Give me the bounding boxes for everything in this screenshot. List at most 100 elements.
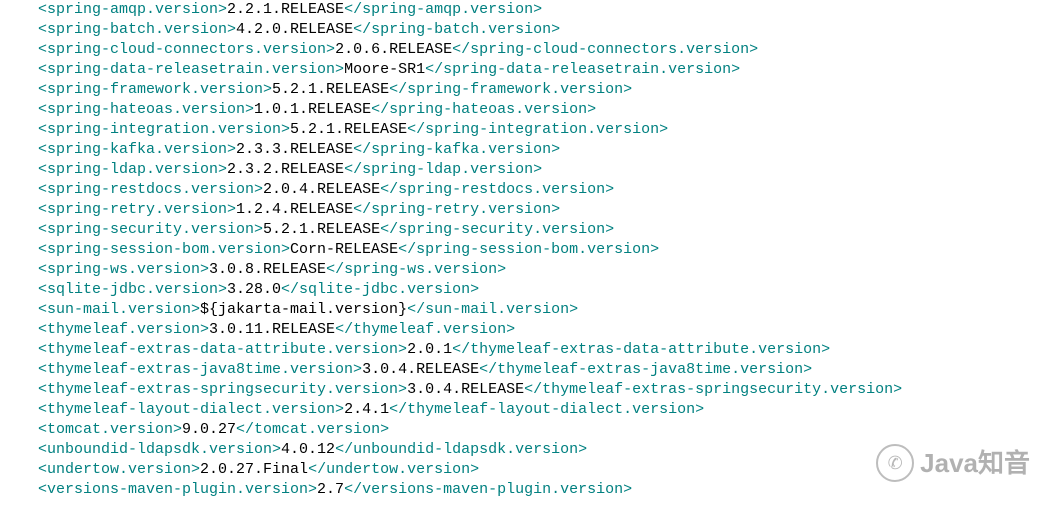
xml-value: 1.2.4.RELEASE [236,201,353,218]
xml-open-tag: <spring-cloud-connectors.version> [38,41,335,58]
xml-close-tag: </thymeleaf-extras-springsecurity.versio… [524,381,902,398]
xml-line: <thymeleaf-extras-java8time.version>3.0.… [38,360,1042,380]
xml-line: <spring-data-releasetrain.version>Moore-… [38,60,1042,80]
xml-open-tag: <spring-amqp.version> [38,1,227,18]
xml-open-tag: <tomcat.version> [38,421,182,438]
xml-line: <spring-framework.version>5.2.1.RELEASE<… [38,80,1042,100]
xml-value: 4.2.0.RELEASE [236,21,353,38]
xml-open-tag: <spring-integration.version> [38,121,290,138]
xml-close-tag: </spring-cloud-connectors.version> [452,41,758,58]
xml-value: 5.2.1.RELEASE [263,221,380,238]
xml-close-tag: </spring-restdocs.version> [380,181,614,198]
xml-line: <spring-security.version>5.2.1.RELEASE</… [38,220,1042,240]
xml-value: 9.0.27 [182,421,236,438]
xml-value: 3.0.8.RELEASE [209,261,326,278]
xml-close-tag: </thymeleaf-layout-dialect.version> [389,401,704,418]
xml-open-tag: <unboundid-ldapsdk.version> [38,441,281,458]
xml-line: <versions-maven-plugin.version>2.7</vers… [38,480,1042,500]
xml-open-tag: <spring-kafka.version> [38,141,236,158]
xml-line: <spring-retry.version>1.2.4.RELEASE</spr… [38,200,1042,220]
xml-value: 1.0.1.RELEASE [254,101,371,118]
xml-value: 3.0.4.RELEASE [362,361,479,378]
xml-open-tag: <spring-session-bom.version> [38,241,290,258]
xml-open-tag: <thymeleaf-layout-dialect.version> [38,401,344,418]
xml-open-tag: <versions-maven-plugin.version> [38,481,317,498]
xml-close-tag: </thymeleaf-extras-data-attribute.versio… [452,341,830,358]
xml-line: <unboundid-ldapsdk.version>4.0.12</unbou… [38,440,1042,460]
xml-line: <thymeleaf-extras-data-attribute.version… [38,340,1042,360]
xml-line: <sqlite-jdbc.version>3.28.0</sqlite-jdbc… [38,280,1042,300]
xml-value: 5.2.1.RELEASE [290,121,407,138]
xml-value: Moore-SR1 [344,61,425,78]
xml-close-tag: </spring-hateoas.version> [371,101,596,118]
xml-open-tag: <spring-hateoas.version> [38,101,254,118]
xml-open-tag: <sqlite-jdbc.version> [38,281,227,298]
xml-close-tag: </tomcat.version> [236,421,389,438]
xml-open-tag: <thymeleaf-extras-data-attribute.version… [38,341,407,358]
xml-open-tag: <spring-ws.version> [38,261,209,278]
xml-open-tag: <spring-ldap.version> [38,161,227,178]
xml-close-tag: </versions-maven-plugin.version> [344,481,632,498]
xml-close-tag: </spring-framework.version> [389,81,632,98]
xml-open-tag: <thymeleaf-extras-java8time.version> [38,361,362,378]
xml-close-tag: </thymeleaf-extras-java8time.version> [479,361,812,378]
xml-line: <spring-kafka.version>2.3.3.RELEASE</spr… [38,140,1042,160]
xml-line: <spring-session-bom.version>Corn-RELEASE… [38,240,1042,260]
xml-line: <thymeleaf-layout-dialect.version>2.4.1<… [38,400,1042,420]
xml-close-tag: </spring-ldap.version> [344,161,542,178]
xml-close-tag: </spring-amqp.version> [344,1,542,18]
xml-open-tag: <spring-batch.version> [38,21,236,38]
xml-close-tag: </spring-session-bom.version> [398,241,659,258]
xml-close-tag: </spring-ws.version> [326,261,506,278]
xml-close-tag: </spring-batch.version> [353,21,560,38]
xml-value: Corn-RELEASE [290,241,398,258]
xml-line: <tomcat.version>9.0.27</tomcat.version> [38,420,1042,440]
xml-close-tag: </thymeleaf.version> [335,321,515,338]
xml-line: <sun-mail.version>${jakarta-mail.version… [38,300,1042,320]
xml-line: <spring-ws.version>3.0.8.RELEASE</spring… [38,260,1042,280]
xml-value: ${jakarta-mail.version} [200,301,407,318]
xml-value: 3.0.11.RELEASE [209,321,335,338]
xml-line: <spring-batch.version>4.2.0.RELEASE</spr… [38,20,1042,40]
xml-open-tag: <spring-data-releasetrain.version> [38,61,344,78]
xml-close-tag: </spring-kafka.version> [353,141,560,158]
xml-open-tag: <undertow.version> [38,461,200,478]
xml-open-tag: <spring-security.version> [38,221,263,238]
xml-line: <thymeleaf-extras-springsecurity.version… [38,380,1042,400]
xml-value: 4.0.12 [281,441,335,458]
xml-open-tag: <thymeleaf.version> [38,321,209,338]
xml-value: 2.3.2.RELEASE [227,161,344,178]
xml-value: 2.4.1 [344,401,389,418]
xml-close-tag: </spring-retry.version> [353,201,560,218]
xml-close-tag: </sun-mail.version> [407,301,578,318]
xml-value: 2.0.6.RELEASE [335,41,452,58]
xml-value: 5.2.1.RELEASE [272,81,389,98]
xml-close-tag: </spring-integration.version> [407,121,668,138]
xml-close-tag: </unboundid-ldapsdk.version> [335,441,587,458]
xml-value: 2.7 [317,481,344,498]
xml-line: <spring-hateoas.version>1.0.1.RELEASE</s… [38,100,1042,120]
xml-value: 2.0.1 [407,341,452,358]
xml-close-tag: </spring-security.version> [380,221,614,238]
xml-line: <spring-cloud-connectors.version>2.0.6.R… [38,40,1042,60]
xml-value: 3.28.0 [227,281,281,298]
xml-close-tag: </spring-data-releasetrain.version> [425,61,740,78]
xml-open-tag: <spring-restdocs.version> [38,181,263,198]
xml-code-block: <spring-amqp.version>2.2.1.RELEASE</spri… [0,0,1042,500]
xml-value: 2.0.4.RELEASE [263,181,380,198]
xml-line: <thymeleaf.version>3.0.11.RELEASE</thyme… [38,320,1042,340]
xml-line: <spring-amqp.version>2.2.1.RELEASE</spri… [38,0,1042,20]
xml-close-tag: </undertow.version> [308,461,479,478]
xml-line: <spring-ldap.version>2.3.2.RELEASE</spri… [38,160,1042,180]
xml-line: <spring-restdocs.version>2.0.4.RELEASE</… [38,180,1042,200]
xml-open-tag: <spring-retry.version> [38,201,236,218]
xml-close-tag: </sqlite-jdbc.version> [281,281,479,298]
xml-value: 2.0.27.Final [200,461,308,478]
xml-value: 2.3.3.RELEASE [236,141,353,158]
xml-line: <undertow.version>2.0.27.Final</undertow… [38,460,1042,480]
xml-open-tag: <sun-mail.version> [38,301,200,318]
xml-line: <spring-integration.version>5.2.1.RELEAS… [38,120,1042,140]
xml-value: 2.2.1.RELEASE [227,1,344,18]
xml-open-tag: <spring-framework.version> [38,81,272,98]
xml-value: 3.0.4.RELEASE [407,381,524,398]
